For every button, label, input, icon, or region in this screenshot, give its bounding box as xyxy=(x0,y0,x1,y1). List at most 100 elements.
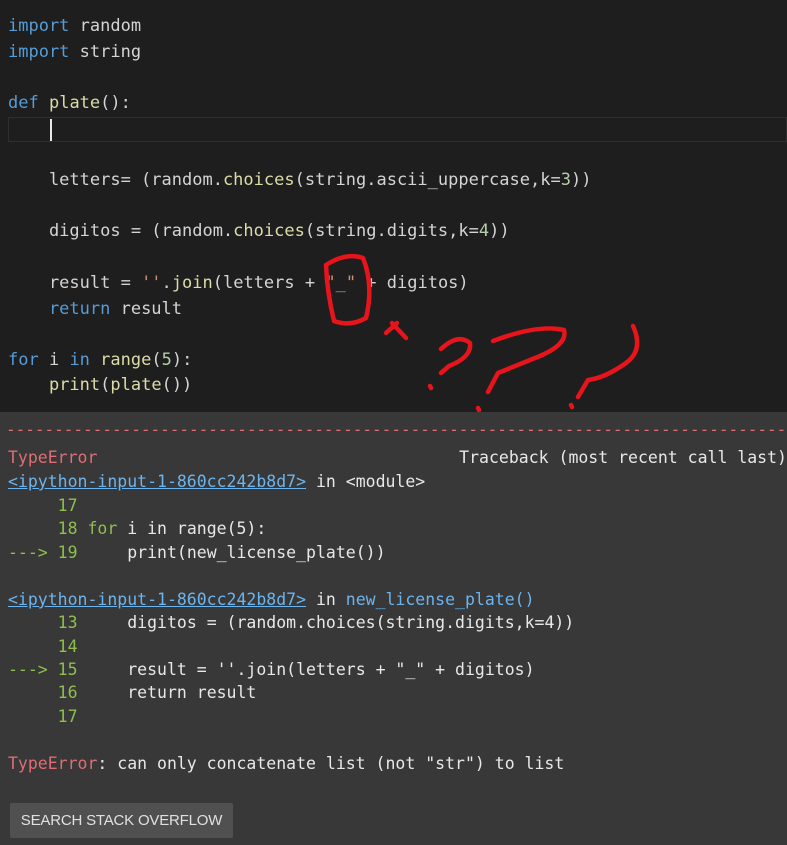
text-cursor xyxy=(50,119,52,141)
error-separator: ----------------------------------------… xyxy=(6,423,787,437)
annotation-arrow-stroke xyxy=(383,320,409,341)
question-mark-2 xyxy=(485,326,567,395)
code-editor[interactable]: import random import string def plate():… xyxy=(0,0,787,412)
code-line-12[interactable]: return result xyxy=(8,296,182,322)
traceback-row: 16 return result xyxy=(8,681,257,705)
line-marker xyxy=(8,707,58,726)
code-text: letters= (random. xyxy=(8,170,223,190)
line-marker xyxy=(8,683,58,702)
code-line-2[interactable]: import string xyxy=(8,39,141,65)
function-name: range xyxy=(100,350,152,370)
code-line-9[interactable]: digitos = (random.choices(string.digits,… xyxy=(8,218,510,244)
number-literal: 4 xyxy=(478,221,490,241)
code-text: ( xyxy=(100,375,111,395)
error-text: : can only concatenate list (not "str") … xyxy=(97,754,565,773)
number-literal: 5 xyxy=(161,350,172,370)
line-number: 13 xyxy=(57,613,78,632)
keyword: def xyxy=(8,93,39,113)
code-text: (string.ascii_uppercase,k= xyxy=(294,170,561,190)
code-text: random xyxy=(69,16,142,36)
line-number: 16 xyxy=(57,683,78,702)
search-stack-overflow-button[interactable]: SEARCH STACK OVERFLOW xyxy=(10,803,233,838)
traceback-row: 14 xyxy=(8,635,78,659)
code-text: ( xyxy=(151,350,162,370)
code-text: ): xyxy=(171,350,193,370)
function-name: print xyxy=(48,375,101,395)
question-dot-3 xyxy=(568,402,575,410)
in-text: in xyxy=(306,472,346,491)
traceback-frame-header: <ipython-input-1-860cc242b8d7> in new_li… xyxy=(8,588,535,612)
traceback-code: result = ''.join(letters + "_" + digitos… xyxy=(127,660,535,679)
traceback-row: 17 xyxy=(8,494,78,518)
function-name: choices xyxy=(222,170,295,190)
line-marker xyxy=(8,613,58,632)
code-text: (string.digits,k= xyxy=(304,221,479,241)
string-literal: "_" xyxy=(325,273,357,293)
line-marker xyxy=(8,496,58,515)
error-output: ----------------------------------------… xyxy=(0,412,787,845)
code-text: )) xyxy=(570,170,592,190)
error-message: TypeError: can only concatenate list (no… xyxy=(8,752,564,776)
code-text: (letters + xyxy=(212,273,326,293)
number-literal: 3 xyxy=(560,170,571,190)
traceback-row-current: ---> 19 print(new_license_plate()) xyxy=(8,541,386,565)
line-number: 19 xyxy=(57,543,78,562)
code-text: result xyxy=(110,299,183,319)
code-line-7[interactable]: letters= (random.choices(string.ascii_up… xyxy=(8,167,592,193)
function-name: plate xyxy=(48,93,101,113)
line-number: 18 xyxy=(57,519,78,538)
traceback-label: Traceback (most recent call last) xyxy=(459,448,787,467)
traceback-row: 17 xyxy=(8,705,78,729)
keyword: in xyxy=(69,350,90,370)
traceback-code: print(new_license_plate()) xyxy=(127,543,386,562)
code-line-15[interactable]: print(plate()) xyxy=(8,372,192,398)
traceback-code: digitos = (random.choices(string.digits,… xyxy=(127,613,575,632)
question-dot-2 xyxy=(475,405,482,412)
code-text: + digitos) xyxy=(356,273,469,293)
line-number: 17 xyxy=(57,496,78,515)
keyword: import xyxy=(8,16,70,36)
code-text: ()) xyxy=(161,375,193,395)
code-line-4[interactable]: def plate(): xyxy=(8,90,131,116)
arrow-marker: ---> xyxy=(8,543,58,562)
traceback-row-current: ---> 15 result = ''.join(letters + "_" +… xyxy=(8,658,535,682)
keyword: for xyxy=(8,350,39,370)
question-dot-1 xyxy=(427,383,434,391)
frame-scope: new_license_plate() xyxy=(345,590,535,609)
code-text: )) xyxy=(489,221,510,241)
arrow-marker: ---> xyxy=(8,660,58,679)
code-line-11[interactable]: result = ''.join(letters + "_" + digitos… xyxy=(8,270,469,296)
traceback-row: 13 digitos = (random.choices(string.digi… xyxy=(8,611,575,635)
ipython-input-link[interactable]: <ipython-input-1-860cc242b8d7> xyxy=(8,472,306,491)
question-mark-3 xyxy=(575,323,640,400)
code-text: i xyxy=(38,350,70,370)
code-line-14[interactable]: for i in range(5): xyxy=(8,347,192,373)
code-line-1[interactable]: import random xyxy=(8,13,141,39)
traceback-frame-header: <ipython-input-1-860cc242b8d7> in <modul… xyxy=(8,470,425,494)
code-text: digitos = (random. xyxy=(8,221,234,241)
traceback-code: return result xyxy=(127,683,257,702)
current-line-highlight[interactable] xyxy=(8,117,787,142)
ipython-input-link[interactable]: <ipython-input-1-860cc242b8d7> xyxy=(8,590,306,609)
code-text: (): xyxy=(100,93,131,113)
keyword: return xyxy=(8,299,111,319)
in-text: in xyxy=(306,590,346,609)
function-name: join xyxy=(171,273,213,293)
code-text: string xyxy=(69,42,142,62)
code-text: result = xyxy=(8,273,142,293)
traceback-code: i in range(5): xyxy=(117,519,267,538)
traceback-row: 18 for i in range(5): xyxy=(8,517,267,541)
error-type-heading: TypeError xyxy=(8,448,98,467)
keyword: for xyxy=(87,519,118,538)
line-marker xyxy=(8,637,58,656)
frame-scope: <module> xyxy=(345,472,426,491)
string-literal: '' xyxy=(141,273,162,293)
line-number: 14 xyxy=(57,637,78,656)
function-name: plate xyxy=(110,375,162,395)
keyword: import xyxy=(8,42,70,62)
line-marker xyxy=(8,519,58,538)
code-text: . xyxy=(161,273,172,293)
error-type: TypeError xyxy=(8,754,98,773)
